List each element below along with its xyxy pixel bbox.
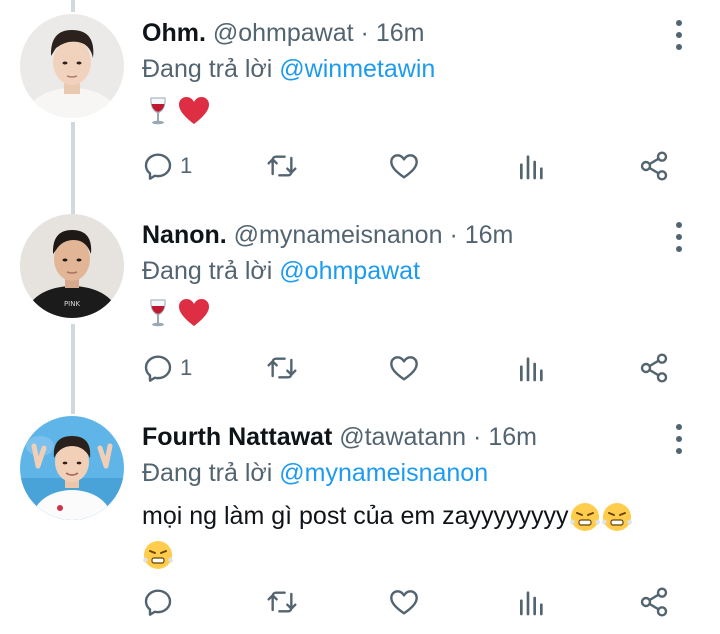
tweet-body: mọi ng làm gì post của em zayyyyyyyy [142,502,569,530]
tweet-text: mọi ng làm gì post của em zayyyyyyyy [142,497,680,573]
reply-button[interactable] [142,584,180,620]
replying-to: Đang trả lời @mynameisnanon [142,455,680,491]
analytics-icon [520,591,543,616]
replying-to: Đang trả lời @winmetawin [142,51,680,87]
retweet-icon [267,155,297,177]
retweet-icon [267,357,297,379]
replying-to-label: Đang trả lời [142,459,273,487]
like-icon [390,154,418,179]
tweet-text [142,295,680,331]
retweet-button[interactable] [266,148,298,184]
author-name[interactable]: Fourth Nattawat [142,423,332,451]
author-handle[interactable]: @mynameisnanon [234,221,443,249]
reply-button[interactable]: 1 [142,148,192,184]
tweet-actions [142,584,682,620]
analytics-button[interactable] [516,148,548,184]
more-icon [676,222,682,228]
reply-icon [144,355,172,382]
red-heart-emoji [179,299,209,326]
separator-dot: · [360,19,369,47]
analytics-icon [520,155,543,180]
reply-icon [144,589,172,616]
reply-button[interactable]: 1 [142,350,192,386]
tweet-header: Nanon. @mynameisnanon · 16m [142,217,680,253]
more-options-button[interactable] [674,20,684,50]
timestamp[interactable]: 16m [376,19,425,47]
avatar[interactable]: PINK [20,214,124,318]
author-name[interactable]: Nanon. [142,221,227,249]
tweet[interactable]: Fourth Nattawat @tawatann · 16m Đang trả… [0,410,720,634]
share-button[interactable] [638,350,670,386]
face-with-steam-emoji [569,503,600,532]
separator-dot: · [473,423,482,451]
avatar[interactable] [20,14,124,118]
mention-link[interactable]: @ohmpawat [279,257,420,285]
like-button[interactable] [388,350,420,386]
tweet-actions: 1 [142,148,682,184]
share-icon [640,151,668,181]
face-with-steam-emoji [143,541,173,570]
tweet[interactable]: Ohm. @ohmpawat · 16m Đang trả lời @winme… [0,0,720,200]
more-options-button[interactable] [674,424,684,454]
share-icon [640,353,668,383]
like-button[interactable] [388,148,420,184]
replying-to-label: Đang trả lời [142,55,273,83]
avatar[interactable] [20,416,124,520]
share-icon [640,587,668,617]
separator-dot: · [449,221,458,249]
replying-to: Đang trả lời @ohmpawat [142,253,680,289]
wine-glass-emoji [150,299,166,327]
author-handle[interactable]: @tawatann [339,423,466,451]
timestamp[interactable]: 16m [488,423,537,451]
author-name[interactable]: Ohm. [142,19,206,47]
like-button[interactable] [388,584,420,620]
retweet-button[interactable] [266,584,298,620]
wine-glass-emoji [150,97,166,125]
retweet-button[interactable] [266,350,298,386]
tweet-text [142,93,680,129]
mention-link[interactable]: @mynameisnanon [279,459,488,487]
analytics-button[interactable] [516,584,548,620]
tweet-header: Ohm. @ohmpawat · 16m [142,15,680,51]
mention-link[interactable]: @winmetawin [279,55,435,83]
timestamp[interactable]: 16m [465,221,514,249]
tweet-actions: 1 [142,350,682,386]
svg-text:PINK: PINK [64,300,81,308]
more-icon [676,424,682,430]
reply-count: 1 [180,355,193,380]
analytics-button[interactable] [516,350,548,386]
more-options-button[interactable] [674,222,684,252]
tweet-header: Fourth Nattawat @tawatann · 16m [142,419,680,455]
share-button[interactable] [638,148,670,184]
tweet[interactable]: PINK Nanon. @mynameisnanon · 16m Đang tr… [0,200,720,410]
replying-to-label: Đang trả lời [142,257,273,285]
more-icon [676,20,682,26]
like-icon [390,356,418,381]
share-button[interactable] [638,584,670,620]
author-handle[interactable]: @ohmpawat [213,19,354,47]
reply-count: 1 [180,153,193,178]
analytics-icon [520,357,543,382]
red-heart-emoji [179,97,209,124]
face-with-steam-emoji [601,503,632,532]
retweet-icon [267,591,297,613]
reply-icon [144,153,172,180]
like-icon [390,590,418,615]
